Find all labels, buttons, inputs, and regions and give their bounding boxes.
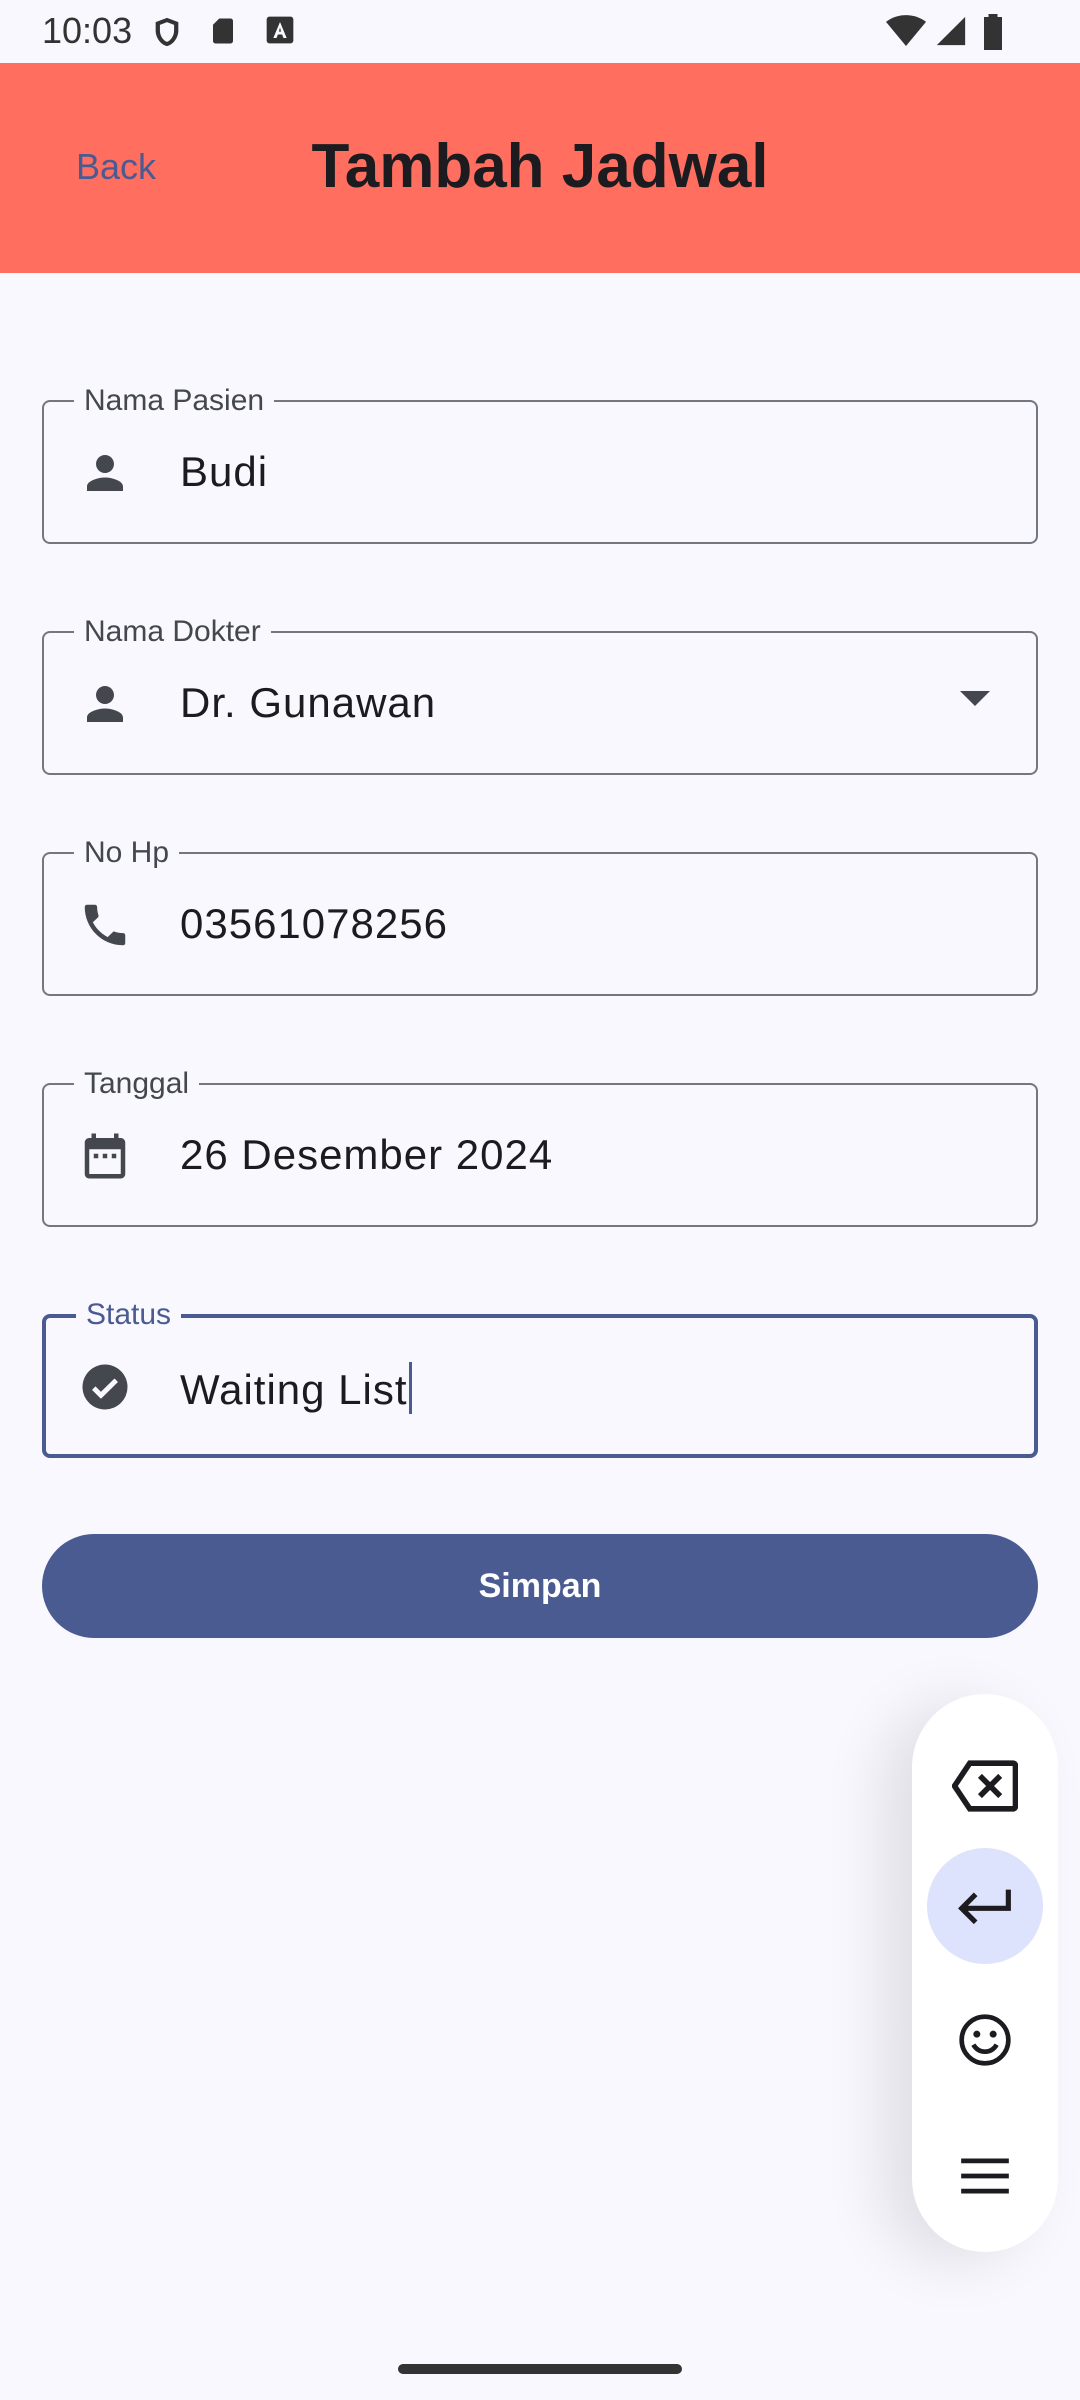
status-time: 10:03 [42, 10, 133, 51]
floating-keyboard-toolbar [912, 1694, 1058, 2252]
nama-pasien-field[interactable]: Nama Pasien Budi [42, 384, 1038, 544]
nama-pasien-label: Nama Pasien [74, 384, 275, 418]
status-label: Status [76, 1298, 182, 1332]
tanggal-input[interactable]: 26 Desember 2024 [180, 1131, 553, 1179]
nama-dokter-dropdown[interactable]: Nama Dokter Dr. Gunawan [42, 615, 1038, 775]
nama-dokter-value: Dr. Gunawan [180, 679, 437, 726]
page-title: Tambah Jadwal [311, 132, 769, 201]
emoji-button[interactable] [927, 1982, 1043, 2098]
no-hp-label: No Hp [74, 836, 180, 870]
tanggal-label: Tanggal [74, 1067, 200, 1101]
backspace-icon [952, 1760, 1018, 1812]
calendar-icon [84, 1133, 126, 1179]
check-circle-icon [82, 1364, 128, 1410]
app-bar: Back Tambah Jadwal [0, 63, 1080, 273]
text-caret [408, 1362, 412, 1414]
emoji-icon [959, 2014, 1011, 2066]
tanggal-field[interactable]: Tanggal 26 Desember 2024 [42, 1067, 1038, 1227]
status-input[interactable]: Waiting List [180, 1362, 412, 1414]
backspace-button[interactable] [927, 1728, 1043, 1844]
shield-icon [155, 17, 179, 47]
nama-dokter-label: Nama Dokter [74, 615, 271, 649]
status-field[interactable]: Status Waiting List [42, 1298, 1038, 1458]
person-icon [87, 686, 123, 722]
battery-icon [984, 14, 1002, 50]
wifi-icon [886, 15, 926, 46]
chevron-down-icon[interactable] [960, 691, 990, 706]
sd-card-icon [213, 18, 233, 44]
status-bar: 10:03 [0, 0, 1080, 63]
enter-icon [958, 1889, 1011, 1925]
no-hp-input[interactable]: 03561078256 [180, 900, 448, 948]
menu-icon [961, 2158, 1009, 2194]
simpan-button[interactable]: Simpan [42, 1534, 1038, 1638]
home-indicator[interactable] [398, 2364, 682, 2374]
person-icon [87, 455, 123, 491]
text-a-icon [266, 16, 294, 44]
no-hp-field[interactable]: No Hp 03561078256 [42, 836, 1038, 996]
enter-button[interactable] [927, 1848, 1043, 1964]
keyboard-menu-button[interactable] [927, 2118, 1043, 2234]
phone-icon [84, 904, 126, 946]
nama-pasien-input[interactable]: Budi [180, 448, 268, 496]
signal-icon [936, 16, 966, 46]
